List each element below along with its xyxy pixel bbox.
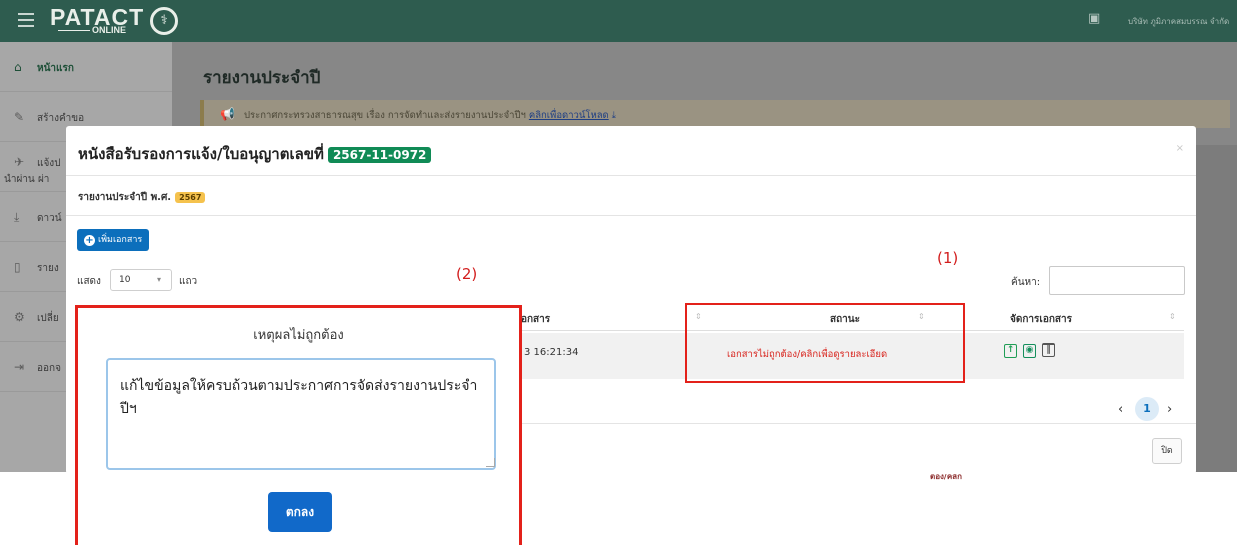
page-title: รายงานประจำปี [203,68,321,88]
show-entries-label: แสดง [77,276,101,287]
ok-button[interactable]: ตกลง [268,492,332,532]
sidebar-item-label: แจ้งป [37,158,61,169]
search-label: ค้นหา: [1011,277,1041,288]
announcement-download-link[interactable]: คลิกเพื่อดาวน์โหลด [529,110,609,121]
invalid-reason-popup: เหตุผลไม่ถูกต้อง แก้ไขข้อมูลให้ครบถ้วนตา… [75,305,522,545]
sidebar-item-label-line2: นำผ่าน ผ่า [4,174,50,185]
modal-title: หนังสือรับรองการแจ้ง/ใบอนุญาตเลขที่ 2567-… [78,142,432,166]
report-year-text: รายงานประจำปี พ.ศ. [78,192,172,203]
pagination-next[interactable]: › [1167,402,1172,417]
reason-title: เหตุผลไม่ถูกต้อง [253,328,344,343]
sidebar-item-label: รายง [37,263,59,274]
announcement-text-wrap: ประกาศกระทรวงสาธารณสุข เรื่อง การจัดทำแล… [244,108,616,123]
plane-icon: ✈ [14,155,25,169]
page-size-value: 10 [119,275,131,285]
file-icon: ▯ [14,260,21,274]
download-icon: ⤓ [611,110,616,121]
caret-down-icon: ▾ [156,275,161,284]
resize-handle-icon[interactable] [486,458,495,467]
sidebar-item-label: ออกจ [37,363,61,374]
sidebar-item-home[interactable]: ⌂ หน้าแรก [0,42,172,92]
annotation-label-2: (2) [456,265,478,283]
upload-icon[interactable]: ↑ [1004,344,1017,358]
annotation-label-1: (1) [937,249,959,267]
add-document-button[interactable]: + เพิ่มเอกสาร [77,229,150,251]
year-badge: 2567 [175,192,206,203]
column-header-actions[interactable]: จัดการเอกสาร [1010,312,1072,327]
modal-subheader: รายงานประจำปี พ.ศ. 2567 [66,176,1196,216]
reason-textarea[interactable]: แก้ไขข้อมูลให้ครบถ้วนตามประกาศการจัดส่งร… [106,358,496,470]
megaphone-icon: 📢 [220,107,235,121]
sort-icon[interactable]: ⇕ [1169,312,1176,321]
top-navbar: PATACT ONLINE ⚕ ▣ บริษัท ภูมิภาคสมบรรณ จ… [0,0,1237,42]
sidebar-item-label: หน้าแรก [37,63,74,74]
pagination-page-1[interactable]: 1 [1135,397,1159,421]
view-icon[interactable]: ◉ [1023,344,1036,358]
logo-divider [58,30,90,31]
permit-number-badge: 2567-11-0972 [327,147,432,163]
add-document-label: เพิ่มเอกสาร [98,235,143,245]
search-input[interactable] [1049,266,1185,295]
user-card-icon[interactable]: ▣ [1088,12,1104,26]
gears-icon: ⚙ [14,310,25,324]
sidebar-item-label: เปลี่ย [37,313,59,324]
sidebar-item-label: ดาวน์ [37,213,62,224]
sidebar-item-label: สร้างคำขอ [37,113,85,124]
menu-toggle-icon[interactable] [18,13,34,27]
home-icon: ⌂ [14,60,22,74]
close-icon[interactable]: × [1176,143,1184,154]
logo-subtext: ONLINE [92,25,127,35]
document-actions: ↑ ◉ ‖ [1004,342,1061,358]
logout-icon: ⇥ [14,360,25,374]
annotation-box-1 [685,303,965,383]
trash-icon[interactable]: ‖ [1042,343,1055,357]
report-year-label: รายงานประจำปี พ.ศ. 2567 [78,190,206,205]
announcement-text: ประกาศกระทรวงสาธารณสุข เรื่อง การจัดทำแล… [244,110,526,121]
download-icon: ⤓ [14,210,20,224]
caduceus-seal-icon: ⚕ [150,7,178,35]
rows-label: แถว [179,276,198,287]
modal-header: หนังสือรับรองการแจ้ง/ใบอนุญาตเลขที่ 2567-… [66,126,1196,176]
close-button[interactable]: ปิด [1152,438,1182,464]
plus-circle-icon: + [84,235,95,246]
pencil-icon: ✎ [14,110,25,124]
column-header-document[interactable]: อกสาร [521,312,550,327]
page-size-select[interactable]: 10 ▾ [110,269,172,291]
pagination-prev[interactable]: ‹ [1118,402,1123,417]
company-name[interactable]: บริษัท ภูมิภาคสมบรรณ จำกัด [1128,15,1229,28]
modal-footer-divider [506,423,1196,424]
modal-title-text: หนังสือรับรองการแจ้ง/ใบอนุญาตเลขที่ [78,145,324,163]
announcement-bar: 📢 ประกาศกระทรวงสาธารณสุข เรื่อง การจัดทำ… [200,100,1230,128]
document-date-cell: 3 16:21:34 [524,347,579,358]
background-card [1196,145,1237,472]
patact-logo[interactable]: PATACT ONLINE ⚕ [50,4,180,38]
